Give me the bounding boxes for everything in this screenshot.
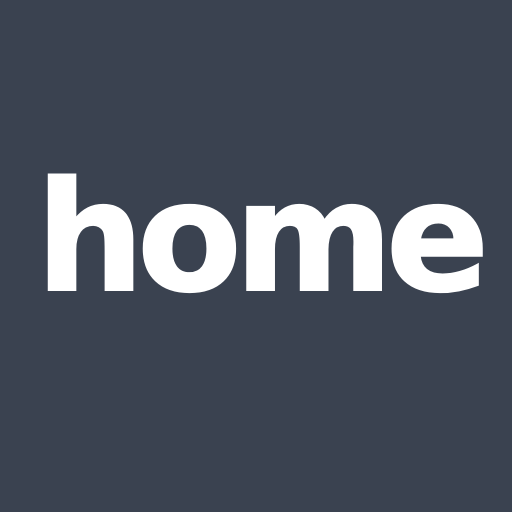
app-icon: home <box>0 0 512 512</box>
home-wordmark: home <box>35 148 490 327</box>
